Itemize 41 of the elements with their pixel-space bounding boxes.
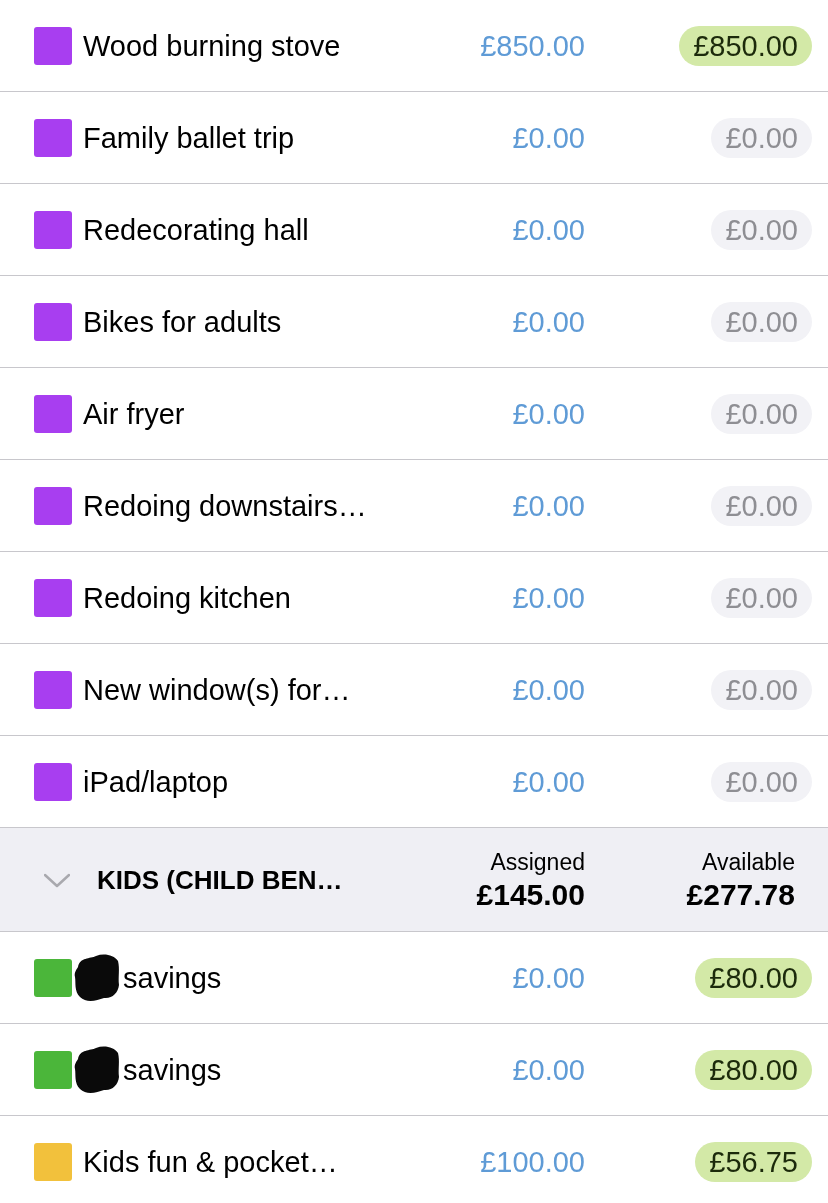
available-badge[interactable]: £0.00 — [711, 393, 812, 434]
available-badge[interactable]: £0.00 — [711, 209, 812, 250]
assigned-amount[interactable]: £0.00 — [512, 1052, 585, 1087]
available-badge[interactable]: £80.00 — [695, 957, 812, 998]
category-name[interactable]: iPad/laptop — [83, 764, 229, 799]
category-name[interactable]: Wood burning stove — [83, 28, 341, 63]
available-label: Available — [702, 847, 795, 877]
available-badge[interactable]: £0.00 — [711, 669, 812, 710]
assigned-amount[interactable]: £0.00 — [512, 120, 585, 155]
category-name[interactable]: Family ballet trip — [83, 120, 295, 155]
available-badge[interactable]: £0.00 — [711, 485, 812, 526]
assigned-amount[interactable]: £0.00 — [512, 488, 585, 523]
assigned-amount[interactable]: £0.00 — [512, 580, 585, 615]
group-assigned-amount: £145.00 — [476, 876, 585, 913]
assigned-amount[interactable]: £0.00 — [512, 212, 585, 247]
available-badge[interactable]: £0.00 — [711, 117, 812, 158]
category-name[interactable]: savings — [123, 960, 222, 995]
assigned-amount[interactable]: £850.00 — [480, 28, 585, 63]
available-badge[interactable]: £0.00 — [711, 761, 812, 802]
assigned-amount[interactable]: £0.00 — [512, 960, 585, 995]
available-badge[interactable]: £850.00 — [679, 25, 812, 66]
category-name[interactable]: Redoing downstairs… — [83, 488, 367, 523]
assigned-amount[interactable]: £0.00 — [512, 764, 585, 799]
category-name[interactable]: Bikes for adults — [83, 304, 282, 339]
category-name[interactable]: Kids fun & pocket… — [83, 1144, 338, 1179]
category-name[interactable]: Redecorating hall — [83, 212, 309, 247]
assigned-amount[interactable]: £0.00 — [512, 304, 585, 339]
group-available-amount: £277.78 — [686, 876, 795, 913]
assigned-label: Assigned — [490, 847, 585, 877]
group-name: KIDS (CHILD BEN… — [97, 863, 343, 896]
available-badge[interactable]: £0.00 — [711, 577, 812, 618]
available-badge[interactable]: £56.75 — [695, 1141, 812, 1182]
category-name[interactable]: Air fryer — [83, 396, 185, 431]
category-name[interactable]: Redoing kitchen — [83, 580, 291, 615]
assigned-amount[interactable]: £0.00 — [512, 672, 585, 707]
available-badge[interactable]: £80.00 — [695, 1049, 812, 1090]
category-name[interactable]: savings — [123, 1052, 222, 1087]
assigned-amount[interactable]: £0.00 — [512, 396, 585, 431]
category-name[interactable]: New window(s) for… — [83, 672, 351, 707]
available-badge[interactable]: £0.00 — [711, 301, 812, 342]
assigned-amount[interactable]: £100.00 — [480, 1144, 585, 1179]
